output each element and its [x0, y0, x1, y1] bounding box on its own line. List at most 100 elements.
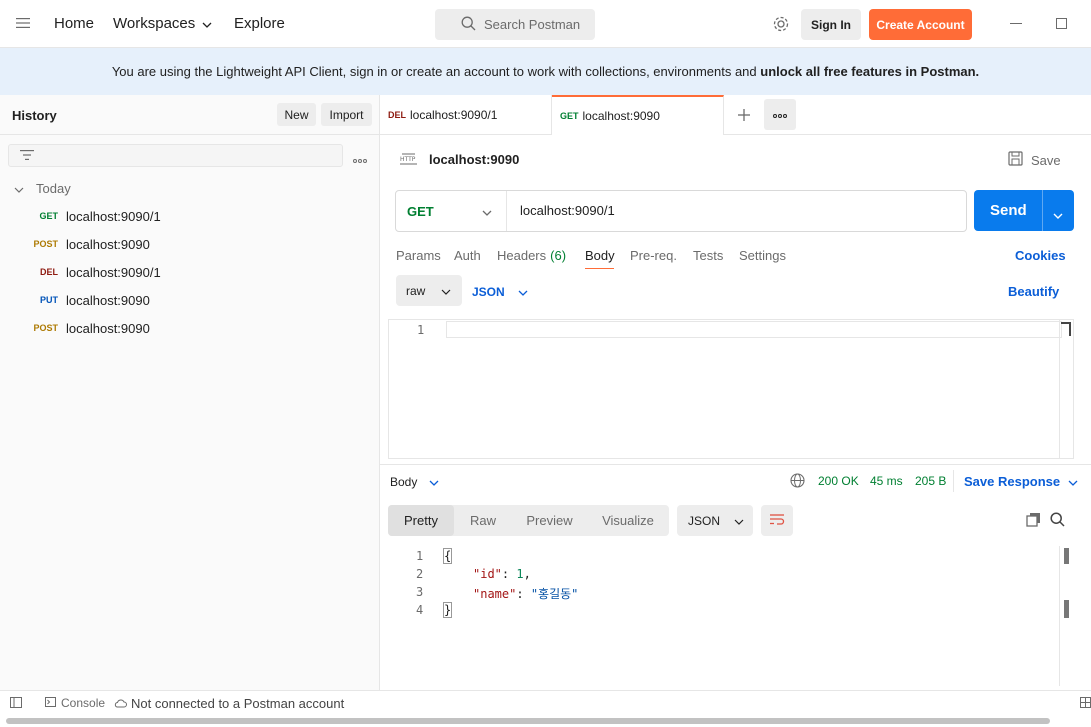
create-account-button[interactable]: Create Account: [869, 9, 972, 40]
nav-home[interactable]: Home: [54, 15, 94, 32]
subtab-tests[interactable]: Tests: [693, 248, 723, 263]
response-divider[interactable]: [380, 464, 1091, 465]
body-mode-select[interactable]: raw: [396, 275, 462, 306]
method-select[interactable]: GET: [396, 191, 507, 231]
save-response-button[interactable]: Save Response: [964, 474, 1078, 489]
globe-icon[interactable]: [790, 473, 805, 491]
new-tab-plus-icon[interactable]: [737, 108, 751, 125]
tab-method: DEL: [388, 110, 406, 120]
response-scroll-thumb-lower[interactable]: [1064, 600, 1069, 618]
history-filter-input[interactable]: [8, 144, 343, 167]
response-format-select[interactable]: JSON: [677, 505, 753, 536]
more-icon: [772, 107, 788, 122]
response-section-label: Body: [390, 474, 418, 489]
filter-icon: [20, 149, 34, 164]
nav-workspaces[interactable]: Workspaces: [113, 15, 212, 32]
send-divider: [1042, 190, 1043, 231]
request-body-editor[interactable]: 1: [388, 319, 1074, 459]
minimize-window-icon[interactable]: [1010, 23, 1022, 24]
tab-more-button[interactable]: [764, 99, 796, 130]
view-pretty[interactable]: Pretty: [388, 505, 454, 536]
chevron-down-icon: [441, 283, 451, 298]
banner-bold-text[interactable]: unlock all free features in Postman.: [760, 64, 979, 79]
history-group-today[interactable]: Today: [14, 180, 71, 196]
maximize-window-icon[interactable]: [1056, 18, 1067, 29]
import-button[interactable]: Import: [321, 103, 372, 126]
active-line-highlight: [446, 321, 1062, 338]
response-status[interactable]: 200 OK: [818, 474, 859, 488]
chevron-down-icon: [734, 513, 744, 528]
beautify-link[interactable]: Beautify: [1008, 284, 1059, 299]
hamburger-menu-icon[interactable]: [16, 17, 30, 29]
console-button[interactable]: Console: [45, 696, 105, 710]
chevron-down-icon: [1068, 474, 1078, 489]
history-item-url: localhost:9090: [66, 320, 150, 336]
editor-scrollbar[interactable]: [1059, 320, 1060, 458]
history-item-url: localhost:9090/1: [66, 208, 161, 224]
view-raw[interactable]: Raw: [454, 505, 512, 536]
response-scroll-thumb[interactable]: [1064, 548, 1069, 564]
response-section-select[interactable]: Body: [390, 474, 439, 489]
toggle-sidebar-icon[interactable]: [10, 697, 22, 711]
subtab-prereq[interactable]: Pre-req.: [630, 248, 677, 263]
connection-status[interactable]: Not connected to a Postman account: [114, 696, 344, 711]
copy-icon[interactable]: [1026, 512, 1041, 530]
subtab-auth[interactable]: Auth: [454, 248, 481, 263]
subtab-settings[interactable]: Settings: [739, 248, 786, 263]
history-item[interactable]: POST localhost:9090: [0, 230, 379, 258]
status-bar: Console Not connected to a Postman accou…: [0, 690, 1091, 716]
request-tab[interactable]: DEL localhost:9090/1: [380, 95, 552, 135]
send-options-chevron-icon[interactable]: [1053, 207, 1063, 222]
horizontal-scrollbar[interactable]: [6, 718, 1050, 724]
view-visualize[interactable]: Visualize: [587, 505, 669, 536]
response-scrollbar[interactable]: [1059, 546, 1060, 686]
cookies-link[interactable]: Cookies: [1015, 248, 1066, 263]
sidebar-more-icon[interactable]: [352, 152, 368, 167]
editor-scroll-thumb[interactable]: [1061, 322, 1071, 336]
json-line-name: "name" : "홍길동": [473, 585, 578, 602]
wrap-lines-button[interactable]: [761, 505, 793, 536]
save-button[interactable]: Save: [1008, 151, 1061, 169]
history-item[interactable]: DEL localhost:9090/1: [0, 258, 379, 286]
line-number: 2: [416, 567, 424, 581]
body-lang-select[interactable]: JSON: [472, 284, 528, 299]
line-number: 3: [416, 585, 424, 599]
json-value: 1: [516, 567, 524, 581]
chevron-down-icon: [202, 16, 212, 31]
line-number: 1: [416, 549, 424, 563]
response-body[interactable]: 1 2 3 4 { "id" : 1 , "name" : "홍길동" }: [388, 546, 1074, 686]
response-time[interactable]: 45 ms: [870, 474, 903, 488]
wrap-lines-icon: [769, 513, 785, 528]
history-item[interactable]: GET localhost:9090/1: [0, 202, 379, 230]
subtab-body[interactable]: Body: [585, 248, 615, 263]
body-lang-value: JSON: [472, 284, 505, 299]
new-button[interactable]: New: [277, 103, 316, 126]
history-item[interactable]: POST localhost:9090: [0, 314, 379, 342]
json-brace-open: {: [442, 548, 453, 564]
subtab-headers[interactable]: Headers (6): [497, 248, 566, 263]
save-icon: [1008, 151, 1023, 169]
sidebar-title: History: [12, 108, 57, 123]
layout-grid-icon[interactable]: [1080, 697, 1091, 711]
headers-count: (6): [550, 248, 567, 263]
response-size[interactable]: 205 B: [915, 474, 946, 488]
request-tab-active[interactable]: GET localhost:9090: [552, 95, 724, 135]
nav-explore[interactable]: Explore: [234, 15, 285, 32]
search-icon[interactable]: [1050, 512, 1065, 530]
search-placeholder: Search Postman: [484, 17, 581, 32]
url-input[interactable]: localhost:9090/1: [520, 203, 615, 218]
sidebar-header: History New Import: [0, 95, 379, 135]
view-preview[interactable]: Preview: [512, 505, 587, 536]
subtab-params[interactable]: Params: [396, 248, 441, 263]
chevron-down-icon: [429, 474, 439, 489]
settings-gear-icon[interactable]: [772, 15, 790, 33]
history-item-url: localhost:9090: [66, 292, 150, 308]
request-title[interactable]: localhost:9090: [429, 152, 519, 167]
sign-in-button[interactable]: Sign In: [801, 9, 861, 40]
send-button[interactable]: Send: [974, 190, 1074, 231]
save-response-label: Save Response: [964, 474, 1061, 489]
search-bar[interactable]: Search Postman: [435, 9, 595, 40]
history-sidebar: History New Import Today GET localhost:9…: [0, 95, 380, 690]
history-item[interactable]: PUT localhost:9090: [0, 286, 379, 314]
signin-banner: You are using the Lightweight API Client…: [0, 48, 1091, 95]
